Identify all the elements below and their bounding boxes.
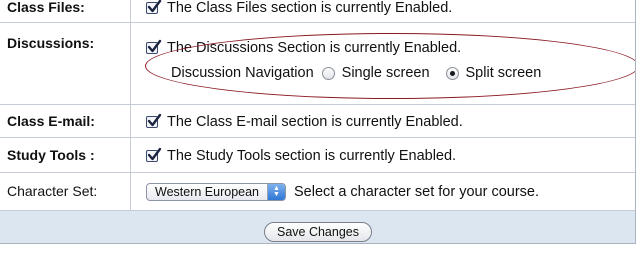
character-set-label: Character Set: xyxy=(0,173,131,210)
row-class-email: Class E-mail: The Class E-mail section i… xyxy=(0,105,635,138)
study-tools-checkbox[interactable] xyxy=(146,147,162,162)
row-study-tools: Study Tools : The Study Tools section is… xyxy=(0,138,635,173)
character-set-select[interactable]: Western European ▲ ▼ xyxy=(146,183,286,201)
discussions-checkbox[interactable] xyxy=(146,39,162,54)
class-email-status: The Class E-mail section is currently En… xyxy=(167,114,463,130)
class-files-checkbox[interactable] xyxy=(146,0,162,14)
class-files-label: Class Files: xyxy=(0,0,131,22)
class-files-status: The Class Files section is currently Ena… xyxy=(167,0,453,16)
study-tools-label: Study Tools : xyxy=(0,138,131,172)
class-email-checkbox[interactable] xyxy=(146,113,162,128)
select-arrows-icon: ▲ ▼ xyxy=(267,184,285,200)
character-set-help: Select a character set for your course. xyxy=(294,184,539,200)
split-screen-radio[interactable] xyxy=(445,66,459,80)
row-class-files: Class Files: The Class Files section is … xyxy=(0,0,635,23)
save-changes-button[interactable]: Save Changes xyxy=(263,222,372,242)
row-character-set: Character Set: Western European ▲ ▼ Selec… xyxy=(0,173,635,211)
split-screen-label[interactable]: Split screen xyxy=(466,65,542,81)
settings-table: Class Files: The Class Files section is … xyxy=(0,0,636,244)
study-tools-status: The Study Tools section is currently Ena… xyxy=(167,148,457,164)
discussions-status: The Discussions Section is currently Ena… xyxy=(167,40,462,56)
discussion-navigation-label: Discussion Navigation xyxy=(171,65,314,81)
form-footer: Save Changes xyxy=(0,211,635,243)
discussions-label: Discussions: xyxy=(0,23,131,104)
character-set-value: Western European xyxy=(155,185,259,199)
row-discussions: Discussions: The Discussions Section is … xyxy=(0,23,635,105)
class-email-label: Class E-mail: xyxy=(0,105,131,137)
single-screen-label[interactable]: Single screen xyxy=(342,65,430,81)
single-screen-radio[interactable] xyxy=(321,66,335,80)
